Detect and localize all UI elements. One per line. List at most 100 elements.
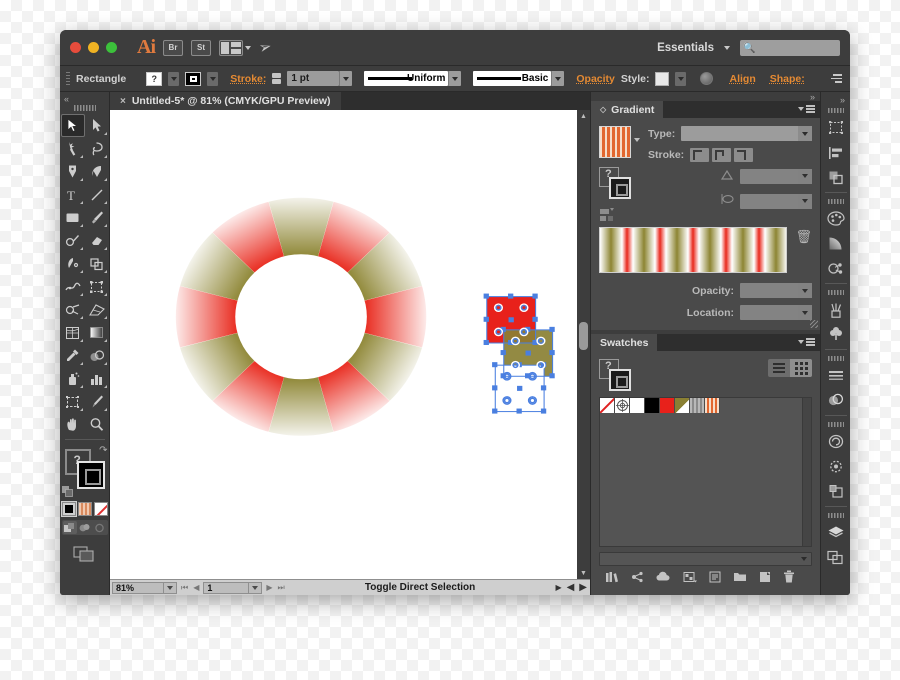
gradient-preset-chevron-icon[interactable] xyxy=(634,138,640,142)
gradient-tool[interactable] xyxy=(85,321,109,344)
stroke-profile-field[interactable]: Uniform xyxy=(364,71,449,86)
panel-collapse-icon[interactable]: ◇ xyxy=(600,105,606,114)
gradient-panel-menu-button[interactable] xyxy=(798,105,815,113)
gradient-panel-resize-handle[interactable] xyxy=(810,320,818,328)
zoom-level-field[interactable]: 81% xyxy=(112,581,164,594)
direct-selection-tool[interactable] xyxy=(85,114,109,137)
stroke-swatch-chevron-icon[interactable] xyxy=(207,71,219,86)
fill-swatch-chevron-icon[interactable] xyxy=(168,71,180,86)
artboard-canvas[interactable] xyxy=(110,110,577,579)
stroke-weight-field[interactable]: 1 pt xyxy=(287,71,340,86)
full-screen-menu-bar-icon[interactable] xyxy=(78,521,92,534)
swatch-libraries-icon[interactable] xyxy=(605,571,619,586)
type-tool[interactable]: T xyxy=(61,183,85,206)
show-swatch-kinds-icon[interactable] xyxy=(683,571,697,586)
hand-tool[interactable] xyxy=(61,413,85,436)
artboard-tool[interactable] xyxy=(61,390,85,413)
layers-icon[interactable] xyxy=(823,520,849,545)
scroll-left-button[interactable]: ◀ xyxy=(566,582,576,593)
search-input[interactable]: 🔍 xyxy=(740,40,840,56)
toolbar-fill-swatch[interactable] xyxy=(76,461,105,489)
artboards-icon[interactable] xyxy=(823,115,849,140)
black-swatch[interactable] xyxy=(645,398,660,413)
pathfinder-icon[interactable] xyxy=(823,165,849,190)
dock-grip-1[interactable] xyxy=(827,108,844,113)
shape-label[interactable]: Shape: xyxy=(770,73,805,85)
tools-collapse-button[interactable] xyxy=(60,94,109,103)
red-swatch[interactable] xyxy=(660,398,675,413)
zoom-tool[interactable] xyxy=(85,413,109,436)
dock-grip-4[interactable] xyxy=(827,356,844,361)
align-label[interactable]: Align xyxy=(729,73,755,85)
link-color-icon[interactable] xyxy=(631,571,644,586)
dock-grip-5[interactable] xyxy=(827,422,844,427)
dock-collapse-button[interactable] xyxy=(821,95,850,104)
stroke-outside-icon[interactable] xyxy=(734,148,754,162)
style-chevron-icon[interactable] xyxy=(675,71,687,86)
artboard-number-field[interactable]: 1 xyxy=(203,581,250,594)
gradient-aspect-dropdown[interactable] xyxy=(740,193,812,209)
first-artboard-button[interactable]: ⏮ xyxy=(180,583,189,593)
blend-tool[interactable] xyxy=(85,344,109,367)
symbols-icon[interactable] xyxy=(823,322,849,347)
gradient-location-dropdown[interactable] xyxy=(740,305,812,320)
slice-tool[interactable] xyxy=(85,390,109,413)
brush-definition-chevron-icon[interactable] xyxy=(551,71,565,86)
mesh-tool[interactable] xyxy=(61,321,85,344)
stroke-weight-chevron-icon[interactable] xyxy=(339,71,353,86)
stroke-weight-stepper[interactable] xyxy=(272,73,282,84)
gradient-ring-shape[interactable] xyxy=(110,110,577,579)
eyedropper-tool[interactable] xyxy=(61,344,85,367)
dock-grip-2[interactable] xyxy=(827,199,844,204)
rectangle-tool[interactable] xyxy=(61,206,85,229)
symbol-sprayer-tool[interactable] xyxy=(61,367,85,390)
swatch-kinds-dropdown[interactable] xyxy=(599,552,812,566)
stroke-profile-chevron-icon[interactable] xyxy=(448,71,462,86)
perspective-grid-tool[interactable] xyxy=(85,298,109,321)
cc-libraries-icon[interactable] xyxy=(823,429,849,454)
rotate-tool[interactable] xyxy=(61,252,85,275)
olive-gradient-swatch[interactable] xyxy=(675,398,690,413)
scroll-track[interactable] xyxy=(577,122,590,567)
line-segment-tool[interactable] xyxy=(85,183,109,206)
color-guide-icon[interactable] xyxy=(823,256,849,281)
stroke-color-swatch[interactable] xyxy=(185,71,202,86)
next-artboard-button[interactable]: ▶ xyxy=(265,583,273,592)
tools-panel-grip[interactable] xyxy=(73,105,96,111)
pencil-tool[interactable] xyxy=(61,229,85,252)
appearance-icon[interactable] xyxy=(823,454,849,479)
gradient-slider[interactable] xyxy=(599,227,788,273)
color-icon[interactable] xyxy=(823,206,849,231)
brushes-icon[interactable] xyxy=(823,297,849,322)
magic-wand-tool[interactable] xyxy=(61,137,85,160)
panel-options-icon[interactable] xyxy=(831,74,842,83)
status-menu-button[interactable]: ▶ xyxy=(554,583,562,592)
rocket-icon[interactable]: ➢ xyxy=(257,38,274,58)
zoom-level-chevron-icon[interactable] xyxy=(164,581,177,594)
stroke-within-icon[interactable] xyxy=(690,148,710,162)
curvature-tool[interactable] xyxy=(85,160,109,183)
stroke-icon[interactable] xyxy=(823,363,849,388)
fill-color-swatch[interactable]: ? xyxy=(146,71,163,86)
control-bar-grip[interactable] xyxy=(66,71,70,86)
pen-tool[interactable] xyxy=(61,160,85,183)
previous-artboard-button[interactable]: ◀ xyxy=(192,583,200,592)
gradient-type-dropdown[interactable] xyxy=(681,126,812,141)
trash-icon[interactable]: 🗑 xyxy=(795,229,812,245)
close-window-button[interactable] xyxy=(70,42,81,53)
workspace-switcher[interactable]: Essentials xyxy=(657,42,714,54)
new-color-group-icon[interactable] xyxy=(733,571,747,585)
scale-tool[interactable] xyxy=(85,252,109,275)
gradient-icon[interactable] xyxy=(823,231,849,256)
swatches-panel-menu-button[interactable] xyxy=(798,338,815,346)
gradient-opacity-dropdown[interactable] xyxy=(740,283,812,298)
orange-stripe-pattern-swatch[interactable] xyxy=(705,398,720,413)
scroll-up-icon[interactable]: ▲ xyxy=(577,110,590,122)
gradient-fill-indicator[interactable] xyxy=(609,177,631,199)
align-icon[interactable] xyxy=(823,140,849,165)
swatches-fill-indicator[interactable] xyxy=(609,369,631,391)
swatch-options-icon[interactable] xyxy=(709,571,721,586)
document-tab[interactable]: × Untitled-5* @ 81% (CMYK/GPU Preview) xyxy=(110,92,341,110)
paintbrush-tool[interactable] xyxy=(85,206,109,229)
close-icon[interactable]: × xyxy=(120,96,126,107)
